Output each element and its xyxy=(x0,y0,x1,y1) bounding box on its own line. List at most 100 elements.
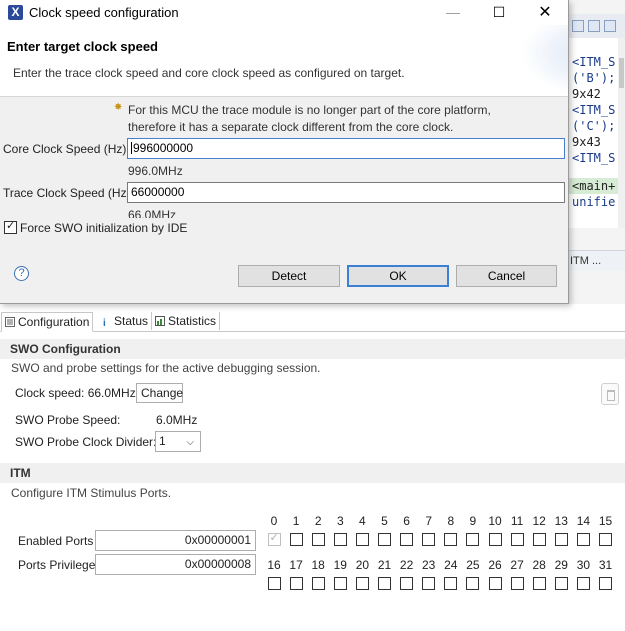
port-number: 30 xyxy=(576,558,591,572)
tab-label: Status xyxy=(114,314,149,328)
probe-speed-value: 6.0MHz xyxy=(156,413,198,427)
force-swo-checkbox[interactable] xyxy=(4,219,17,234)
close-button[interactable]: ✕ xyxy=(522,0,568,25)
port-checkbox[interactable] xyxy=(532,533,546,546)
tab-label: Configuration xyxy=(18,315,90,329)
editor-toolbar xyxy=(568,14,625,39)
port-number: 14 xyxy=(576,514,591,528)
detect-button[interactable]: Detect xyxy=(238,265,340,287)
port-checkbox[interactable] xyxy=(400,577,414,590)
port-number: 21 xyxy=(377,558,392,572)
port-checkbox[interactable] xyxy=(422,533,436,546)
port-number: 19 xyxy=(333,558,347,572)
maximize-button[interactable]: ☐ xyxy=(476,0,522,25)
port-checkbox[interactable] xyxy=(576,577,590,590)
header-description: Enter the trace clock speed and core clo… xyxy=(13,66,405,80)
port-checkbox[interactable] xyxy=(267,577,281,590)
port-checkbox[interactable] xyxy=(333,577,347,590)
port-checkbox[interactable] xyxy=(422,577,436,590)
port-number: 22 xyxy=(399,558,414,572)
port-checkbox[interactable] xyxy=(333,533,347,546)
trace-clock-hint: 66.0MHz xyxy=(128,208,177,218)
port-number: 13 xyxy=(554,514,568,528)
tab-status[interactable]: i Status xyxy=(100,312,151,330)
code-line: <main+ xyxy=(568,178,622,194)
toolbar-icon[interactable] xyxy=(572,20,584,32)
cancel-button[interactable]: Cancel xyxy=(456,265,557,287)
probe-speed-label: SWO Probe Speed: xyxy=(15,413,121,427)
tab-statistics[interactable]: Statistics xyxy=(151,312,221,330)
info-icon: i xyxy=(103,318,106,329)
core-clock-input[interactable]: 996000000 xyxy=(127,138,565,159)
port-checkbox[interactable] xyxy=(311,533,325,546)
port-checkbox[interactable] xyxy=(510,533,524,546)
dialog-title: Clock speed configuration xyxy=(29,5,179,20)
info-bullet-icon: ✸ xyxy=(114,102,123,113)
editor-scrollbar[interactable] xyxy=(618,38,625,228)
trace-clock-label: Trace Clock Speed (Hz): xyxy=(3,186,134,200)
code-line: ('B'); xyxy=(572,71,616,85)
port-checkbox[interactable] xyxy=(400,533,414,546)
chevron-down-icon: ⌵ xyxy=(186,437,194,448)
itm-description: Configure ITM Stimulus Ports. xyxy=(11,486,172,500)
port-checkbox[interactable] xyxy=(488,577,502,590)
clock-divider-select[interactable]: 1 ⌵ xyxy=(155,431,201,452)
toolbar-icon[interactable] xyxy=(588,20,600,32)
port-checkbox[interactable] xyxy=(466,533,480,546)
dialog-titlebar[interactable]: X Clock speed configuration — ☐ ✕ xyxy=(0,0,568,25)
port-number: 28 xyxy=(532,558,546,572)
port-checkbox[interactable] xyxy=(311,577,325,590)
port-checkbox[interactable] xyxy=(378,577,391,590)
port-checkbox[interactable] xyxy=(532,577,546,590)
tab-label: Statistics xyxy=(168,314,217,328)
clock-speed-label: Clock speed: 66.0MHz xyxy=(15,386,136,400)
trash-icon[interactable] xyxy=(601,383,619,405)
port-number: 10 xyxy=(488,514,502,528)
port-checkbox[interactable] xyxy=(599,577,612,590)
port-checkbox[interactable] xyxy=(289,577,303,590)
help-icon[interactable]: ? xyxy=(14,266,29,281)
code-line: unifie xyxy=(572,195,616,209)
ports-privilege-label: Ports Privilege xyxy=(18,558,96,572)
port-checkbox[interactable] xyxy=(488,533,502,546)
itm-view-tab[interactable]: ITM ... xyxy=(568,250,625,271)
port-number: 26 xyxy=(488,558,502,572)
port-checkbox[interactable] xyxy=(554,533,568,546)
toolbar-icon[interactable] xyxy=(604,20,616,32)
trace-clock-input[interactable]: 66000000 xyxy=(127,182,565,203)
itm-section-heading: ITM xyxy=(0,463,625,483)
port-checkbox[interactable] xyxy=(576,533,590,546)
force-swo-label[interactable]: Force SWO initialization by IDE xyxy=(20,221,187,235)
port-checkbox[interactable] xyxy=(289,533,303,546)
port-number: 23 xyxy=(422,558,436,572)
port-checkbox[interactable] xyxy=(355,533,369,546)
minimize-button[interactable]: — xyxy=(430,0,476,25)
core-clock-hint: 996.0MHz xyxy=(128,164,183,178)
enabled-ports-field[interactable]: 0x00000001 xyxy=(95,530,256,551)
scroll-thumb[interactable] xyxy=(619,58,624,88)
port-checkbox[interactable] xyxy=(466,577,480,590)
ports-privilege-field[interactable]: 0x00000008 xyxy=(95,554,256,575)
app-icon: X xyxy=(8,5,23,20)
text-caret xyxy=(131,142,132,154)
code-area[interactable]: <ITM_S ('B'); 9x42 <ITM_S ('C'); 9x43 <I… xyxy=(568,38,622,228)
port-checkbox[interactable] xyxy=(444,533,458,546)
change-button[interactable]: Change xyxy=(136,383,183,403)
port-checkbox[interactable] xyxy=(378,533,391,546)
port-checkbox[interactable] xyxy=(267,531,281,546)
enabled-ports-label: Enabled Ports xyxy=(18,534,94,548)
port-checkbox[interactable] xyxy=(355,577,369,590)
clock-speed-dialog: X Clock speed configuration — ☐ ✕ Enter … xyxy=(0,0,569,304)
ok-button[interactable]: OK xyxy=(347,265,449,287)
port-checkbox[interactable] xyxy=(554,577,568,590)
port-checkbox[interactable] xyxy=(444,577,458,590)
clock-divider-value: 1 xyxy=(159,434,166,448)
port-checkbox[interactable] xyxy=(599,533,612,546)
port-number: 5 xyxy=(381,514,388,528)
tab-configuration[interactable]: Configuration xyxy=(1,312,94,332)
code-line: <ITM_S xyxy=(572,103,616,117)
port-checkbox[interactable] xyxy=(510,577,524,590)
statistics-icon xyxy=(155,316,165,326)
code-line: 9x43 xyxy=(572,135,601,149)
dialog-header: Enter target clock speed Enter the trace… xyxy=(0,25,568,97)
